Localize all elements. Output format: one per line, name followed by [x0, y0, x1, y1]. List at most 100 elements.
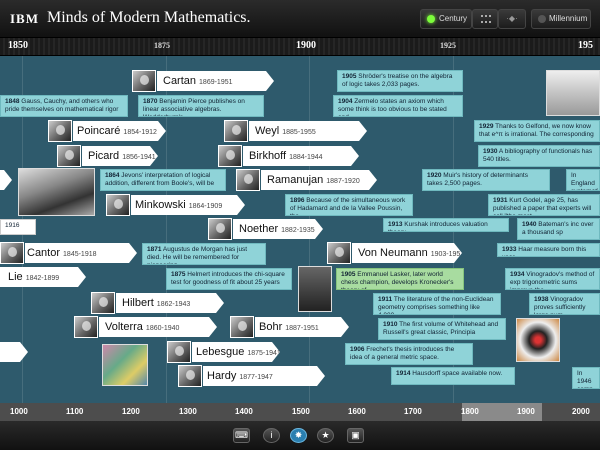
- portrait-icon: [208, 218, 232, 240]
- event-card[interactable]: In 1946 comp: [572, 367, 600, 389]
- event-card[interactable]: 1871 Augustus de Morgan has just died. H…: [142, 243, 266, 265]
- event-card[interactable]: 1931 Kurt Godel, age 25, has published a…: [488, 194, 600, 216]
- year-ruler[interactable]: 1850 1875 1900 1925 195: [0, 38, 600, 56]
- person-bar[interactable]: Lie 1842-1899: [0, 267, 86, 287]
- event-text: 1916: [5, 222, 20, 229]
- scale-year: 1500: [292, 407, 310, 416]
- event-card[interactable]: 1896 Because of the simultaneous work of…: [285, 194, 413, 216]
- scale-year: 1900: [517, 407, 535, 416]
- portrait-photo[interactable]: [298, 266, 332, 312]
- event-card[interactable]: 1910 The first volume of Whitehead and R…: [378, 318, 506, 340]
- millennium-view-button[interactable]: Millennium: [531, 9, 591, 29]
- person-name: Lebesgue: [196, 346, 245, 358]
- person-years: 1884-1944: [289, 154, 323, 161]
- person-bar-fragment[interactable]: [0, 170, 12, 190]
- event-text: Because of the simultaneous work of Hada…: [290, 197, 406, 215]
- event-card[interactable]: 1904 Zermelo states an axiom which some …: [333, 95, 463, 117]
- person-bar[interactable]: Minkowski 1864-1909: [131, 195, 245, 215]
- event-card[interactable]: 1930 A bibliography of functionals has 5…: [478, 145, 600, 167]
- event-card[interactable]: 1911 The literature of the non-Euclidean…: [373, 293, 501, 315]
- ruler-year: 195: [578, 40, 593, 51]
- person-bar-fragment[interactable]: [0, 342, 28, 362]
- portrait-icon: [327, 242, 351, 264]
- info-icon[interactable]: i: [263, 428, 280, 443]
- person-bar[interactable]: Picard 1856-1941: [82, 146, 158, 166]
- person-bar[interactable]: Bohr 1887-1951: [255, 317, 349, 337]
- event-text: Shröder's treatise on the algebra of log…: [342, 73, 453, 88]
- event-year: 1875: [171, 271, 186, 278]
- portrait-icon: [0, 242, 24, 264]
- compass-icon[interactable]: ✸: [290, 428, 307, 443]
- event-card[interactable]: 1906 Frechet's thesis introduces the ide…: [345, 343, 473, 365]
- event-card[interactable]: 1920 Muir's history of determinants take…: [422, 169, 550, 191]
- portrait-icon: [106, 194, 130, 216]
- sketch-photo[interactable]: [546, 70, 600, 116]
- ship-photo[interactable]: [18, 168, 95, 216]
- person-years: 1856-1941: [122, 154, 156, 161]
- event-year: 1910: [383, 321, 398, 328]
- event-card[interactable]: 1848 Gauss, Cauchy, and others who pride…: [0, 95, 128, 117]
- art-photo[interactable]: [516, 318, 560, 362]
- event-card[interactable]: 1914 Hausdorff space available now.: [391, 367, 515, 385]
- event-year: 1864: [105, 172, 120, 179]
- book-icon[interactable]: ▣: [347, 428, 364, 443]
- event-text: Emmanuel Lasker, later world chess champ…: [341, 271, 454, 289]
- person-bar[interactable]: Hilbert 1862-1943: [116, 293, 224, 313]
- event-card[interactable]: 1864 Jevons' interpretation of logical a…: [100, 169, 226, 191]
- portrait-icon: [167, 341, 191, 363]
- event-card[interactable]: 1940 Bateman's inc over a thousand sp: [517, 218, 600, 240]
- scale-year: 1400: [235, 407, 253, 416]
- century-label: Century: [439, 14, 468, 23]
- person-bar[interactable]: Cartan 1869-1951: [157, 71, 274, 91]
- century-view-button[interactable]: Century: [420, 9, 472, 29]
- person-bar[interactable]: Weyl 1885-1955: [249, 121, 367, 141]
- person-name: Birkhoff: [249, 150, 287, 162]
- scale-year: 1200: [122, 407, 140, 416]
- person-bar[interactable]: Poincaré 1854-1912: [73, 121, 166, 141]
- event-card[interactable]: 1913 Kurshak introduces valuation theory…: [383, 218, 509, 232]
- event-card-highlighted[interactable]: 1905 Emmanuel Lasker, later world chess …: [336, 268, 464, 290]
- keyboard-icon[interactable]: ⌨: [233, 428, 250, 443]
- event-year: 1914: [396, 370, 411, 377]
- event-year: 1870: [143, 98, 158, 105]
- person-bar[interactable]: Lebesgue 1875-1941: [192, 342, 280, 362]
- event-text: The first volume of Whitehead and Russel…: [383, 321, 499, 336]
- person-bar[interactable]: Hardy 1877-1947: [203, 366, 325, 386]
- event-card[interactable]: 1916: [0, 219, 36, 235]
- event-card[interactable]: 1934 Vinogradov's method of exp trigonom…: [505, 268, 600, 290]
- person-years: 1903-1957: [430, 251, 462, 258]
- millennium-scale[interactable]: 1000 1100 1200 1300 1400 1500 1600 1700 …: [0, 403, 600, 421]
- person-bar[interactable]: Birkhoff 1884-1944: [243, 146, 359, 166]
- person-years: 1877-1947: [239, 374, 273, 381]
- person-bar[interactable]: Von Neumann 1903-1957: [352, 243, 462, 263]
- person-bar[interactable]: Ramanujan 1887-1920: [261, 170, 377, 190]
- event-text: In 1946 comp: [577, 370, 593, 388]
- event-text: Kurt Godel, age 25, has published a pape…: [493, 197, 592, 215]
- event-text: Helmert introduces the chi-square test f…: [171, 271, 285, 286]
- person-bar[interactable]: Volterra 1860-1940: [99, 317, 217, 337]
- event-card[interactable]: 1875 Helmert introduces the chi-square t…: [166, 268, 292, 290]
- event-text: Jevons' interpretation of logical additi…: [105, 172, 215, 187]
- event-card[interactable]: 1870 Benjamin Pierce publishes on linear…: [138, 95, 264, 117]
- timeline-canvas[interactable]: Cartan 1869-1951 Poincaré 1854-1912 Weyl 18…: [0, 56, 600, 403]
- painting-photo[interactable]: [102, 344, 148, 386]
- event-card[interactable]: 1929 Thanks to Gelfond, we now know that…: [474, 120, 600, 142]
- person-years: 1882-1935: [281, 227, 315, 234]
- event-year: 1940: [522, 221, 537, 228]
- zoom-slider-button[interactable]: ·◆·: [498, 9, 526, 29]
- event-text: Muir's history of determinants takes 2,5…: [427, 172, 528, 187]
- grid-view-button[interactable]: [472, 9, 498, 29]
- star-icon[interactable]: ★: [317, 428, 334, 443]
- person-bar[interactable]: Cantor 1845-1918: [25, 243, 137, 263]
- portrait-icon: [57, 145, 81, 167]
- event-card[interactable]: 1938 Vinogradov proves sufficiently larg…: [529, 293, 600, 315]
- portrait-icon: [48, 120, 72, 142]
- millennium-label: Millennium: [549, 14, 588, 23]
- grid-icon: [481, 15, 491, 23]
- portrait-icon: [224, 120, 248, 142]
- event-card[interactable]: In England systemati: [566, 169, 600, 191]
- person-bar[interactable]: Noether 1882-1935: [233, 219, 323, 239]
- event-card[interactable]: 1905 Shröder's treatise on the algebra o…: [337, 70, 463, 92]
- portrait-icon: [218, 145, 242, 167]
- event-card[interactable]: 1933 Haar measure born this year.: [497, 243, 600, 257]
